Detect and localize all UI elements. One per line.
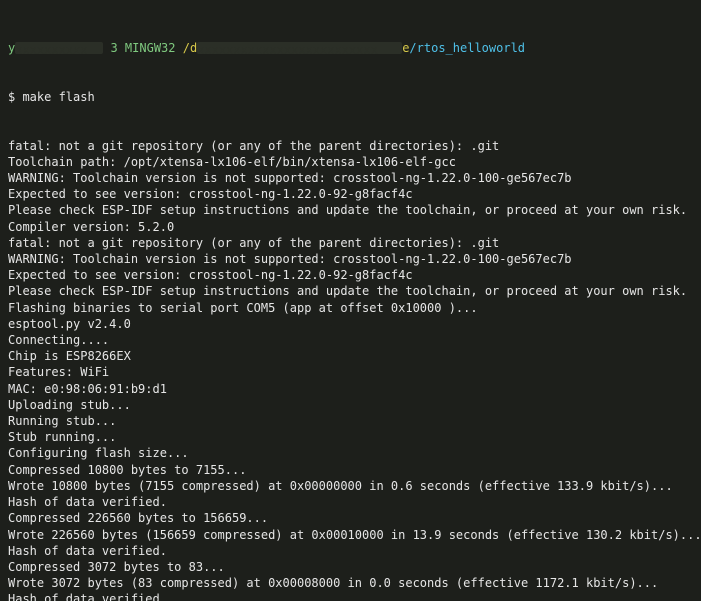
prompt-dir: /rtos_helloworld bbox=[409, 41, 525, 55]
output-line: Wrote 3072 bytes (83 compressed) at 0x00… bbox=[8, 575, 693, 591]
redacted-user: xxxxxxxxxx bbox=[15, 42, 103, 54]
output-line: Stub running... bbox=[8, 429, 693, 445]
output-line: esptool.py v2.4.0 bbox=[8, 316, 693, 332]
output-line: WARNING: Toolchain version is not suppor… bbox=[8, 251, 693, 267]
output-line: Configuring flash size... bbox=[8, 445, 693, 461]
output-line: Please check ESP-IDF setup instructions … bbox=[8, 202, 693, 218]
command-line: $ make flash bbox=[8, 89, 693, 105]
output-line: Compressed 3072 bytes to 83... bbox=[8, 559, 693, 575]
output-line: Expected to see version: crosstool-ng-1.… bbox=[8, 267, 693, 283]
redacted-path: xxxxxxxxxxxxxxxxxxxxxxxxx bbox=[197, 42, 402, 54]
output-block: fatal: not a git repository (or any of t… bbox=[8, 138, 693, 601]
output-line: Compressed 226560 bytes to 156659... bbox=[8, 510, 693, 526]
output-line: Hash of data verified. bbox=[8, 494, 693, 510]
prompt-user-left: y bbox=[8, 41, 15, 55]
output-line: Uploading stub... bbox=[8, 397, 693, 413]
output-line: fatal: not a git repository (or any of t… bbox=[8, 138, 693, 154]
terminal-window[interactable]: yxxxxxxxxxx 3 MINGW32 /dxxxxxxxxxxxxxxxx… bbox=[0, 0, 701, 601]
output-line: Features: WiFi bbox=[8, 364, 693, 380]
ps1: $ bbox=[8, 90, 22, 104]
output-line: Please check ESP-IDF setup instructions … bbox=[8, 283, 693, 299]
output-line: fatal: not a git repository (or any of t… bbox=[8, 235, 693, 251]
prompt-user: yxxxxxxxxxx 3 MINGW32 bbox=[8, 41, 176, 55]
command-text: make flash bbox=[22, 90, 94, 104]
prompt-path: /dxxxxxxxxxxxxxxxxxxxxxxxxxe bbox=[176, 41, 410, 55]
prompt-line: yxxxxxxxxxx 3 MINGW32 /dxxxxxxxxxxxxxxxx… bbox=[8, 40, 693, 56]
output-line: Compressed 10800 bytes to 7155... bbox=[8, 462, 693, 478]
prompt-mingw: 3 MINGW32 bbox=[110, 41, 175, 55]
output-line: Hash of data verified. bbox=[8, 543, 693, 559]
output-line: MAC: e0:98:06:91:b9:d1 bbox=[8, 381, 693, 397]
output-line: Hash of data verified. bbox=[8, 591, 693, 601]
output-line: Compiler version: 5.2.0 bbox=[8, 219, 693, 235]
output-line: Toolchain path: /opt/xtensa-lx106-elf/bi… bbox=[8, 154, 693, 170]
prompt-path-left: /d bbox=[176, 41, 198, 55]
output-line: Wrote 226560 bytes (156659 compressed) a… bbox=[8, 527, 693, 543]
output-line: WARNING: Toolchain version is not suppor… bbox=[8, 170, 693, 186]
output-line: Flashing binaries to serial port COM5 (a… bbox=[8, 300, 693, 316]
output-line: Chip is ESP8266EX bbox=[8, 348, 693, 364]
output-line: Expected to see version: crosstool-ng-1.… bbox=[8, 186, 693, 202]
output-line: Connecting.... bbox=[8, 332, 693, 348]
output-line: Running stub... bbox=[8, 413, 693, 429]
output-line: Wrote 10800 bytes (7155 compressed) at 0… bbox=[8, 478, 693, 494]
